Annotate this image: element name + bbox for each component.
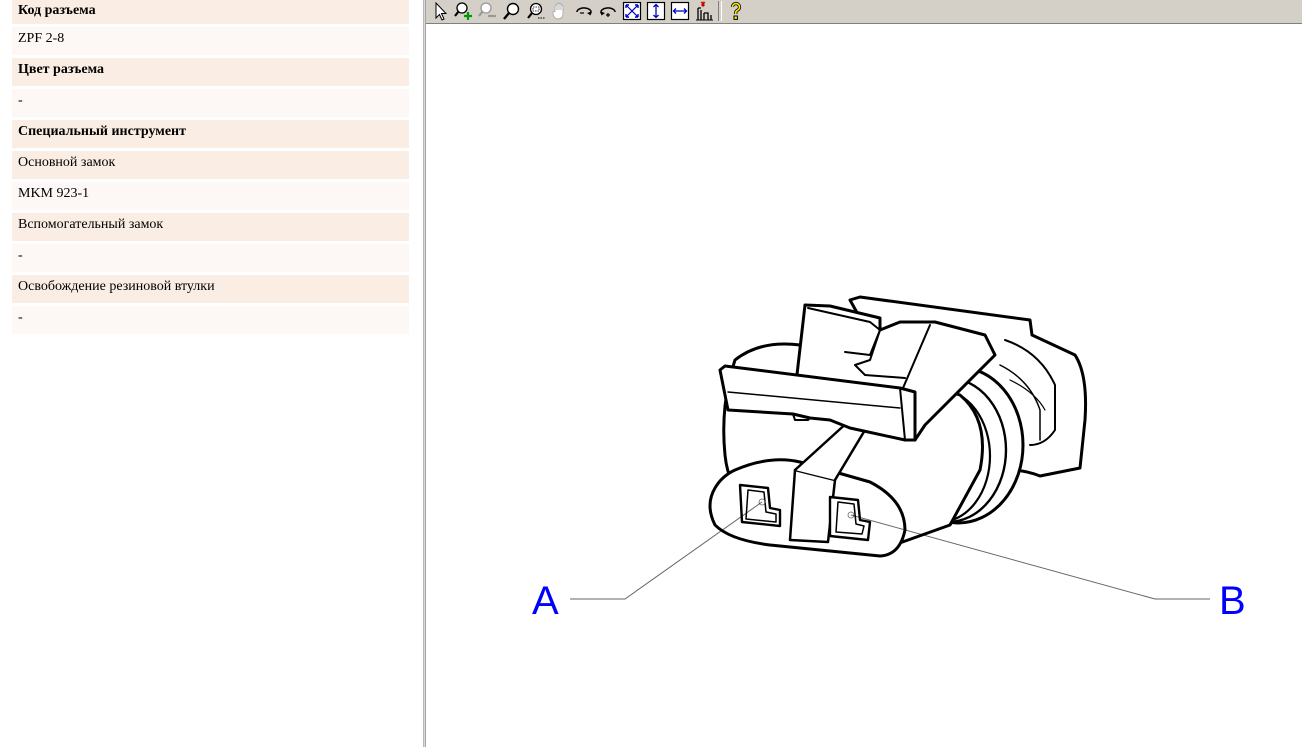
help-icon: [730, 1, 742, 20]
zoom-in-button[interactable]: [452, 0, 476, 22]
connector-color-value: -: [12, 89, 409, 117]
connector-illustration: [708, 295, 1088, 558]
special-tool-label: Специальный инструмент: [12, 120, 409, 148]
connector-code-value: ZPF 2-8: [12, 27, 409, 55]
fit-height-button[interactable]: [644, 0, 668, 22]
rubber-grommet-release-value: -: [12, 306, 409, 334]
primary-lock-value: MKM 923-1: [12, 182, 409, 210]
zoom-window-button[interactable]: [524, 0, 548, 22]
fit-height-icon: [646, 1, 666, 21]
pan-hand-icon: [552, 2, 564, 20]
zoom-window-icon: [527, 2, 545, 19]
pan-button[interactable]: [548, 0, 572, 22]
viewer-toolbar: [426, 0, 1302, 24]
rubber-grommet-release-label: Освобождение резиновой втулки: [12, 275, 409, 303]
callout-label-a[interactable]: A: [532, 579, 559, 623]
zoom-out-button[interactable]: [476, 0, 500, 22]
zoom-icon: [503, 2, 520, 20]
connector-info-panel: Код разъема ZPF 2-8 Цвет разъема - Специ…: [0, 0, 424, 747]
hyperlink-button[interactable]: [692, 0, 716, 22]
callout-label-b[interactable]: B: [1219, 579, 1246, 623]
secondary-lock-label: Вспомогательный замок: [12, 213, 409, 241]
connector-info-table: Код разъема ZPF 2-8 Цвет разъема - Специ…: [12, 0, 409, 337]
secondary-lock-value: -: [12, 244, 409, 272]
primary-lock-label: Основной замок: [12, 151, 409, 179]
rotate-counterclockwise-icon: [600, 7, 616, 17]
toolbar-separator: [718, 1, 722, 21]
fit-width-icon: [670, 1, 690, 21]
select-button[interactable]: [428, 0, 452, 22]
rotate-clockwise-icon: [576, 7, 592, 16]
rotate-counterclockwise-button[interactable]: [596, 0, 620, 22]
drawing-viewer: A B: [426, 0, 1302, 747]
zoom-out-icon: [478, 2, 496, 18]
connector-drawing[interactable]: A B: [426, 24, 1302, 747]
fit-all-icon: [622, 1, 642, 21]
zoom-in-icon: [454, 2, 472, 20]
fit-width-button[interactable]: [668, 0, 692, 22]
connector-color-label: Цвет разъема: [12, 58, 409, 86]
select-arrow-icon: [435, 1, 448, 21]
rotate-clockwise-button[interactable]: [572, 0, 596, 22]
fit-all-button[interactable]: [620, 0, 644, 22]
zoom-button[interactable]: [500, 0, 524, 22]
hyperlink-icon: [696, 1, 713, 21]
help-button[interactable]: [724, 0, 748, 22]
connector-code-label: Код разъема: [12, 0, 409, 24]
